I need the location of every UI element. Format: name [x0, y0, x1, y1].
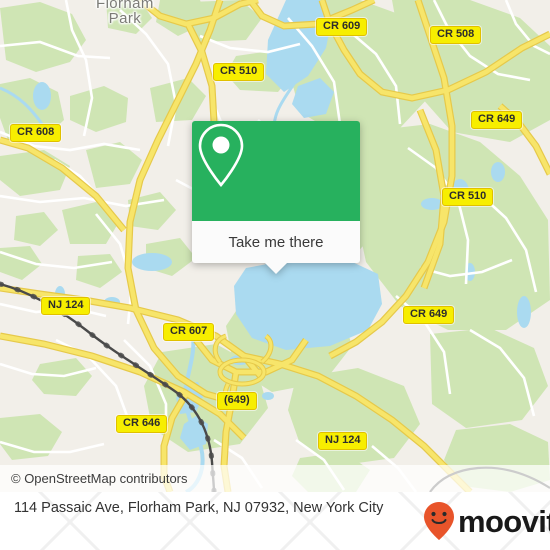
road-shield-cr646[interactable]: CR 646 — [116, 415, 168, 433]
callout-image-panel — [192, 121, 360, 221]
callout-pointer — [265, 263, 287, 274]
road-shield-nj124-west[interactable]: NJ 124 — [41, 297, 91, 315]
road-shield-649[interactable]: (649) — [217, 392, 257, 410]
road-shield-cr649-north[interactable]: CR 649 — [471, 111, 523, 129]
road-shield-cr508[interactable]: CR 508 — [430, 26, 482, 44]
map-pin-icon — [198, 123, 244, 188]
road-shield-cr607[interactable]: CR 607 — [163, 323, 215, 341]
moovit-logo[interactable]: moovit — [422, 501, 550, 541]
address-text: 114 Passaic Ave, Florham Park, NJ 07932,… — [14, 500, 384, 516]
moovit-pin-icon — [424, 502, 454, 540]
road-shield-cr510-east[interactable]: CR 510 — [442, 188, 494, 206]
road-shield-cr649-east[interactable]: CR 649 — [403, 306, 455, 324]
road-shield-cr609[interactable]: CR 609 — [316, 18, 368, 36]
osm-attribution[interactable]: © OpenStreetMap contributors — [11, 471, 188, 486]
screenshot-root: Florham Park CR 609 CR 508 CR 510 CR 608… — [0, 0, 550, 550]
map-attribution-bar: © OpenStreetMap contributors — [0, 465, 550, 492]
take-me-there-button[interactable]: Take me there — [192, 221, 360, 263]
location-callout[interactable]: Take me there — [192, 121, 360, 274]
take-me-there-label: Take me there — [228, 233, 324, 251]
moovit-wordmark: moovit — [458, 503, 550, 539]
road-shield-cr510-north[interactable]: CR 510 — [213, 63, 265, 81]
road-shield-nj124-south[interactable]: NJ 124 — [318, 432, 368, 450]
map-canvas[interactable]: Florham Park CR 609 CR 508 CR 510 CR 608… — [0, 0, 550, 492]
road-shield-cr608[interactable]: CR 608 — [10, 124, 62, 142]
